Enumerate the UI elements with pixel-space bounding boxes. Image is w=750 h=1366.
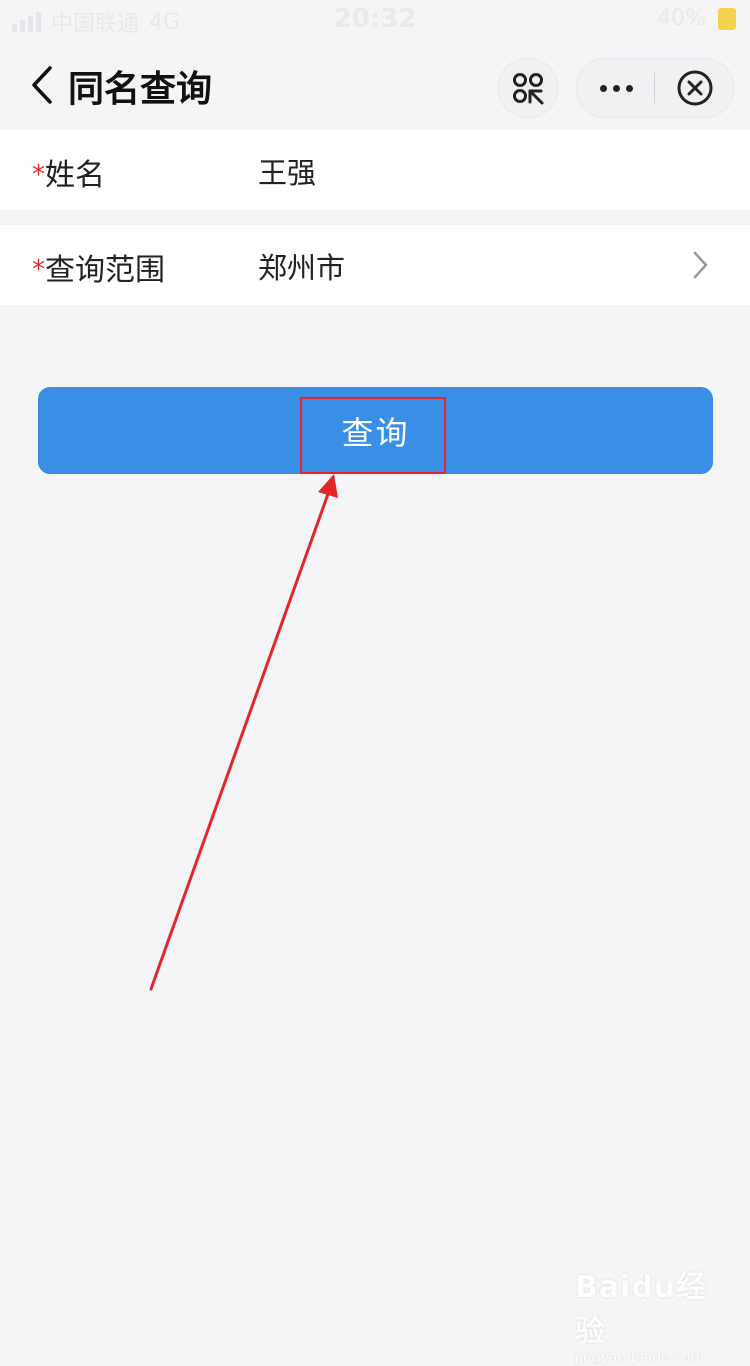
- status-right: 40%: [657, 6, 736, 31]
- query-button[interactable]: 查询: [38, 387, 713, 474]
- range-label-text: 查询范围: [45, 253, 165, 288]
- battery-icon: [718, 7, 736, 30]
- back-button[interactable]: [26, 62, 62, 108]
- page-title: 同名查询: [68, 69, 213, 110]
- required-mark: *: [32, 160, 45, 190]
- name-input[interactable]: 王强: [258, 150, 316, 192]
- chevron-right-icon: [693, 251, 708, 279]
- name-label: *姓名: [32, 150, 105, 194]
- status-time: 20:32: [333, 4, 417, 34]
- scan-button[interactable]: [498, 58, 558, 118]
- close-button[interactable]: [657, 59, 733, 117]
- baidu-jingyan-watermark: Baidu经验 jingyan.baidu.com: [575, 1262, 725, 1366]
- status-bar: 中国联通 4G 20:32 40%: [0, 0, 750, 42]
- close-circle-icon: [677, 70, 713, 106]
- name-field-row[interactable]: *姓名 王强: [0, 130, 750, 210]
- range-picker-value[interactable]: 郑州市: [258, 245, 345, 287]
- required-mark: *: [32, 255, 45, 285]
- battery-percent: 40%: [657, 6, 706, 31]
- more-dots-icon: [599, 84, 633, 92]
- capsule-divider: [654, 73, 655, 103]
- watermark-logo: Baidu经验: [575, 1270, 708, 1349]
- watermark-url: jingyan.baidu.com: [575, 1350, 705, 1366]
- name-label-text: 姓名: [45, 158, 105, 193]
- chevron-left-icon: [32, 66, 52, 104]
- range-field-row[interactable]: *查询范围 郑州市: [0, 225, 750, 305]
- range-label: *查询范围: [32, 245, 165, 289]
- nav-bar: 同名查询: [0, 42, 750, 128]
- more-button[interactable]: [577, 59, 655, 117]
- scan-icon: [513, 73, 544, 105]
- mini-program-capsule: [576, 58, 734, 118]
